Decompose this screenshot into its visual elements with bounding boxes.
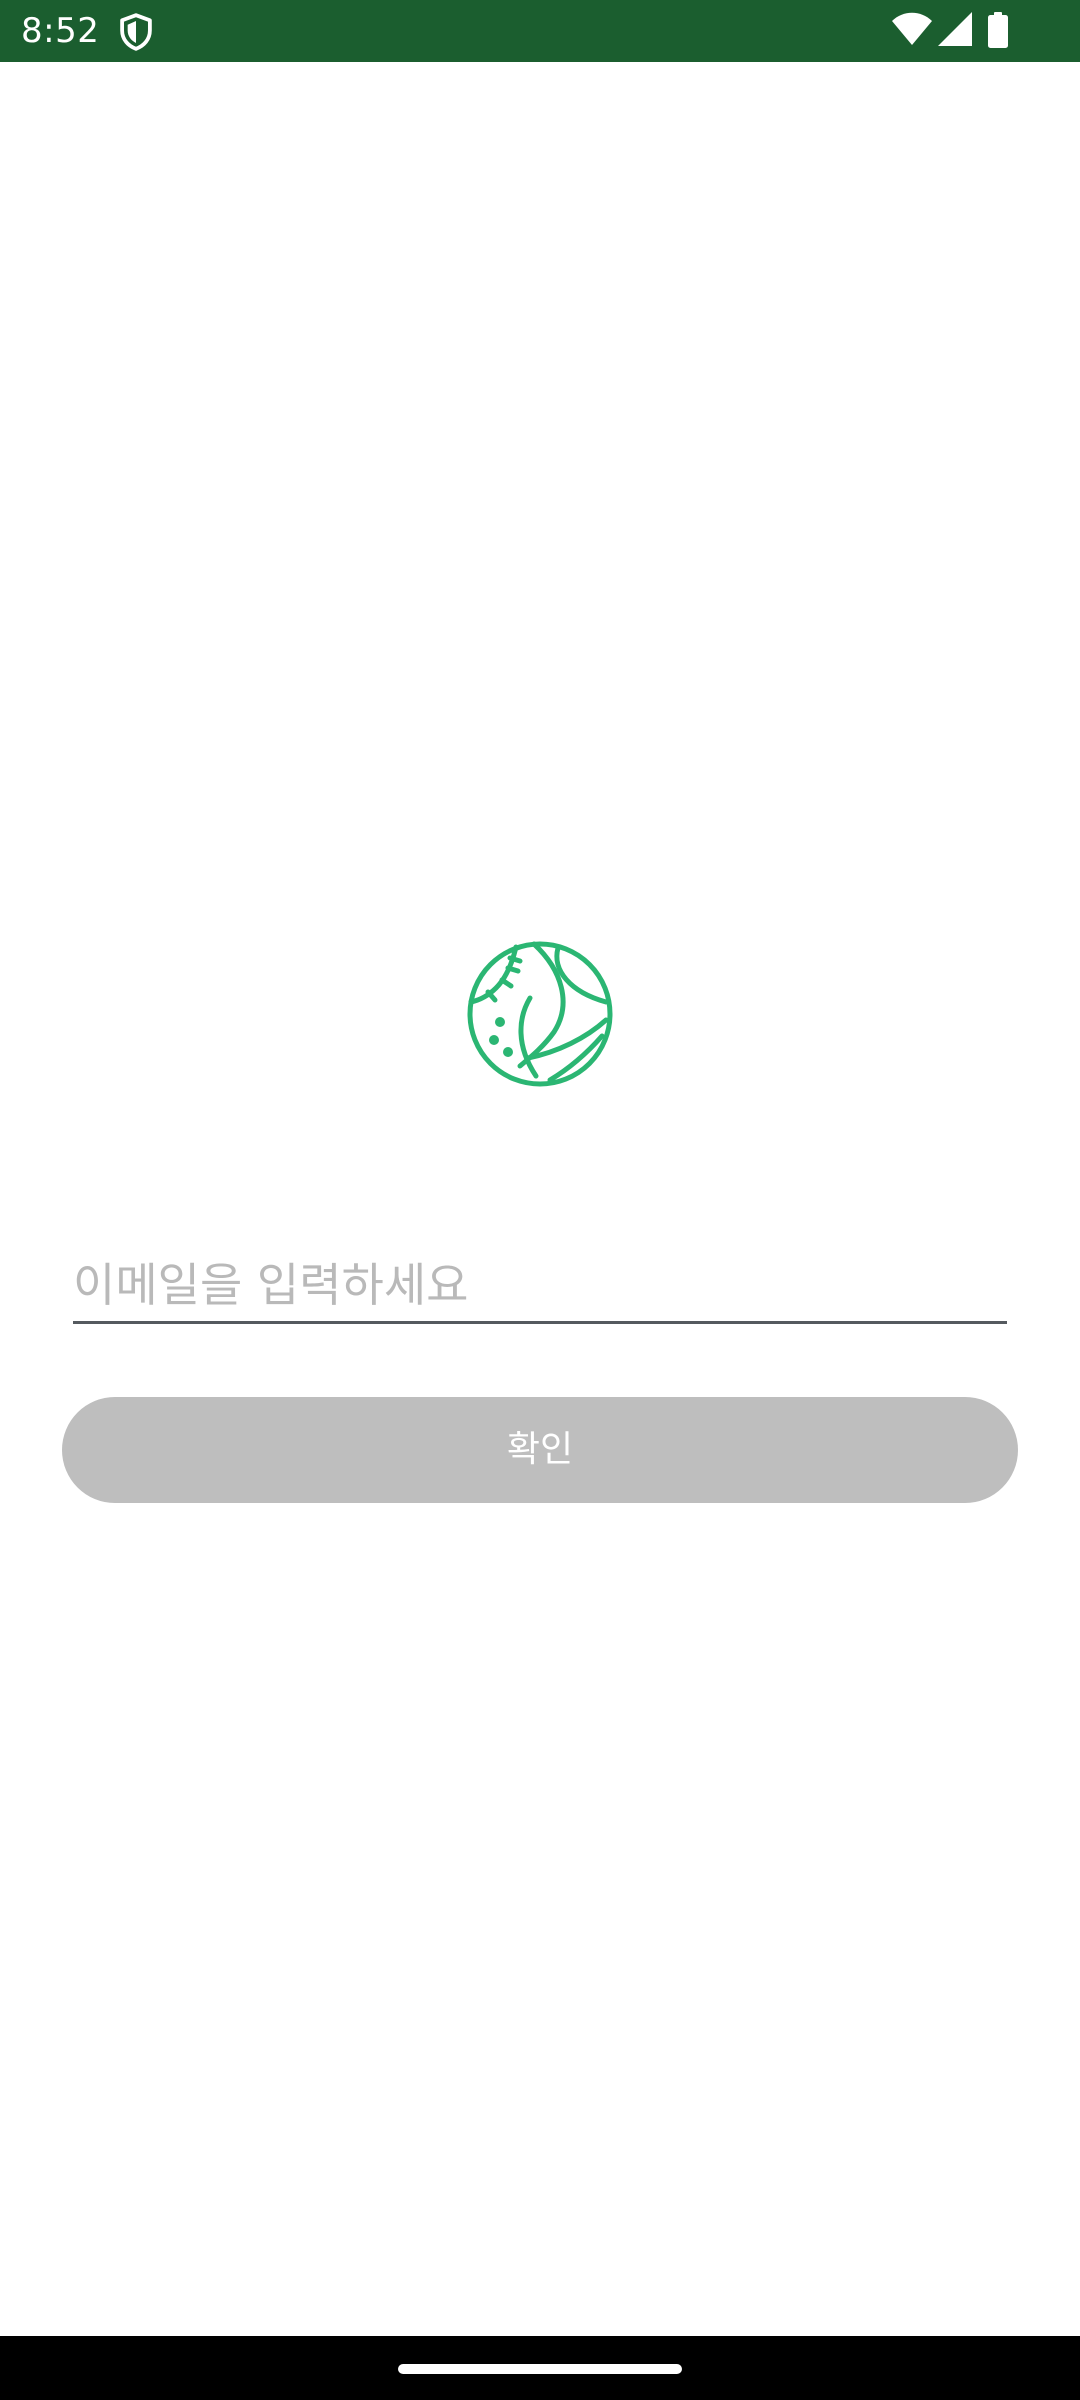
status-bar: 8:52 (0, 0, 1080, 62)
confirm-button[interactable]: 확인 (62, 1397, 1018, 1503)
status-time: 8:52 (21, 11, 100, 51)
email-field[interactable] (73, 1248, 1007, 1324)
baseball-volleyball-icon (467, 941, 613, 1087)
battery-icon (988, 12, 1008, 48)
signal-icon (938, 12, 972, 46)
shield-icon (120, 13, 152, 51)
home-indicator[interactable] (398, 2364, 682, 2374)
status-icons (850, 0, 1080, 62)
navigation-bar (0, 2336, 1080, 2400)
wifi-icon (892, 12, 932, 45)
